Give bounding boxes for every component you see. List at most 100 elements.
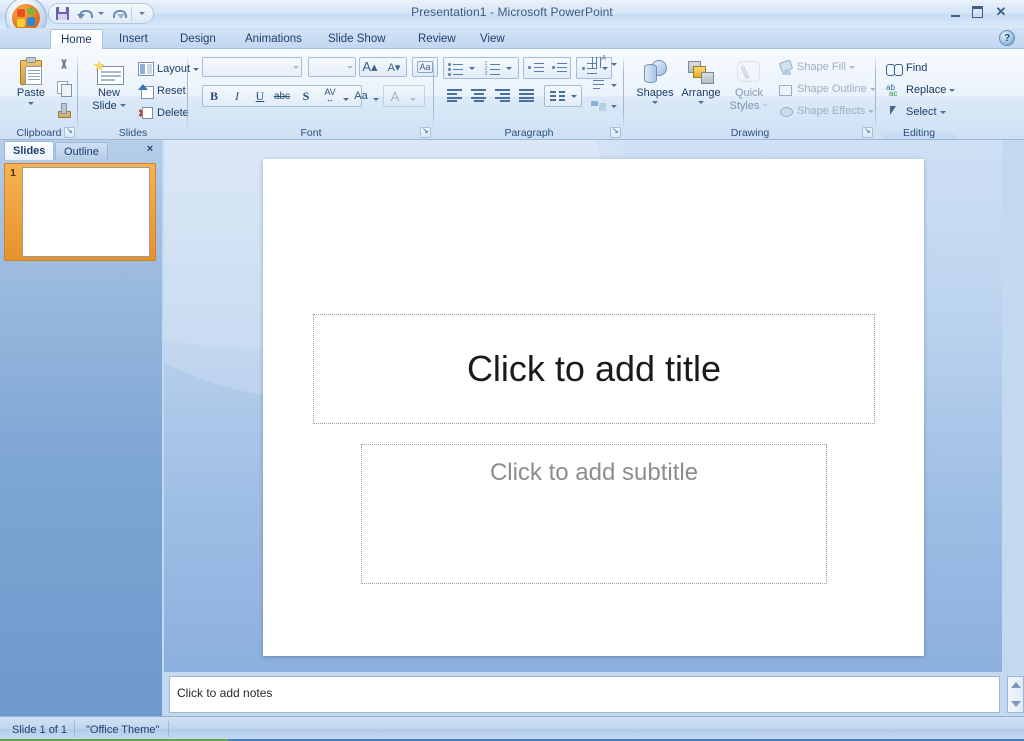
panel-tab-slides[interactable]: Slides <box>4 141 55 160</box>
format-painter-button[interactable] <box>54 100 74 119</box>
replace-button[interactable]: ab ac Replace <box>884 80 957 100</box>
select-label: Select <box>906 106 937 118</box>
columns-button[interactable] <box>546 86 568 106</box>
bold-button[interactable]: B <box>204 86 224 106</box>
tab-design[interactable]: Design <box>170 29 226 49</box>
ribbon-tab-strip: Home Insert Design Animations Slide Show… <box>0 28 1024 50</box>
slide-thumbnail-1[interactable]: 1 <box>4 163 156 261</box>
slide-canvas[interactable]: Click to add title Click to add subtitle <box>263 159 924 656</box>
title-placeholder-text: Click to add title <box>466 348 722 389</box>
bullets-dropdown[interactable] <box>467 61 477 75</box>
tab-view[interactable]: View <box>470 29 515 49</box>
close-button[interactable]: ✕ <box>990 4 1012 20</box>
cut-button[interactable] <box>54 56 74 75</box>
numbered-list-icon: 1 2 3 <box>485 61 502 76</box>
decrease-indent-button[interactable] <box>525 58 547 78</box>
paste-icon <box>18 57 44 86</box>
new-slide-icon <box>93 60 125 86</box>
notes-pane[interactable]: Click to add notes <box>169 676 1000 713</box>
character-spacing-dropdown[interactable] <box>342 89 350 109</box>
clipboard-dialog-launcher[interactable] <box>64 126 75 138</box>
notes-placeholder-text: Click to add notes <box>177 686 273 700</box>
tab-home[interactable]: Home <box>50 29 103 50</box>
ribbon-group-drawing: Shapes Arrange Quick Styles Shape Fill S… <box>624 49 876 140</box>
paste-button[interactable]: Paste <box>8 55 54 105</box>
convert-to-smartart-button[interactable] <box>589 97 609 115</box>
slide-thumbnail-preview <box>22 167 150 257</box>
grow-font-button[interactable]: A▴ <box>360 57 380 77</box>
ribbon-group-paragraph: 1 2 3 A Paragraph ↘ <box>434 49 624 140</box>
quick-styles-icon <box>735 60 763 86</box>
copy-button[interactable] <box>54 78 74 97</box>
shapes-label: Shapes <box>636 87 674 99</box>
scroll-down-icon[interactable] <box>1011 701 1021 707</box>
new-slide-button[interactable]: New Slide <box>86 57 132 112</box>
panel-tab-outline[interactable]: Outline <box>55 142 108 160</box>
select-button[interactable]: Select <box>884 102 948 122</box>
shape-outline-button[interactable]: Shape Outline <box>776 79 878 99</box>
shape-effects-button[interactable]: Shape Effects <box>776 101 876 121</box>
increase-indent-button[interactable] <box>548 58 570 78</box>
align-text-button[interactable] <box>589 76 609 94</box>
change-case-dropdown[interactable] <box>372 89 380 109</box>
tab-slide-show[interactable]: Slide Show <box>318 29 396 49</box>
ribbon: Paste Clipboard New Slide <box>0 49 1024 140</box>
tab-insert[interactable]: Insert <box>109 29 158 49</box>
find-button[interactable]: Find <box>884 58 929 78</box>
reset-button[interactable]: Reset <box>136 81 188 101</box>
help-icon[interactable]: ? <box>999 30 1015 46</box>
layout-label: Layout <box>157 63 191 75</box>
strikethrough-button[interactable]: abc <box>272 86 292 106</box>
font-color-dropdown[interactable] <box>408 89 418 109</box>
subtitle-placeholder-text: Click to add subtitle <box>489 459 699 486</box>
notes-scrollbar[interactable] <box>1007 676 1024 713</box>
align-center-button[interactable] <box>467 85 489 105</box>
quick-styles-button[interactable]: Quick Styles <box>726 57 772 112</box>
tab-animations[interactable]: Animations <box>235 29 312 49</box>
cursor-icon <box>886 105 903 120</box>
change-case-button[interactable]: Aa <box>350 86 372 106</box>
arrange-icon <box>686 60 716 86</box>
delete-slide-button[interactable]: ✖ Delete <box>136 103 191 123</box>
text-shadow-button[interactable]: S <box>296 86 316 106</box>
font-dialog-launcher[interactable] <box>420 126 431 138</box>
font-color-button[interactable]: A <box>385 86 405 106</box>
underline-button[interactable]: U <box>250 86 270 106</box>
italic-button[interactable]: I <box>227 86 247 106</box>
convert-to-smartart-dropdown[interactable] <box>609 100 618 112</box>
font-size-combo[interactable] <box>308 57 356 77</box>
text-direction-dropdown[interactable] <box>609 58 618 70</box>
shrink-font-button[interactable]: A▾ <box>384 57 404 77</box>
character-spacing-button[interactable]: AV ↔ <box>317 86 343 106</box>
paragraph-group-label: Paragraph <box>504 127 554 139</box>
columns-dropdown[interactable] <box>569 89 579 103</box>
chevron-down-icon <box>119 104 126 107</box>
slide-count-label: Slide 1 of 1 <box>12 723 68 736</box>
tab-review[interactable]: Review <box>408 29 466 49</box>
grow-font-icon: A▴ <box>362 59 378 74</box>
align-text-dropdown[interactable] <box>609 79 618 91</box>
maximize-button[interactable] <box>966 4 988 20</box>
drawing-dialog-launcher[interactable] <box>862 126 873 138</box>
text-direction-button[interactable]: A <box>589 55 609 73</box>
align-right-button[interactable] <box>491 85 513 105</box>
editing-group-label: Editing <box>882 127 956 139</box>
subtitle-placeholder[interactable]: Click to add subtitle <box>361 444 827 584</box>
chevron-down-icon <box>698 101 704 104</box>
shapes-button[interactable]: Shapes <box>634 55 676 104</box>
chevron-down-icon <box>868 109 875 113</box>
align-left-button[interactable] <box>443 85 465 105</box>
close-panel-button[interactable]: × <box>144 143 156 155</box>
arrange-button[interactable]: Arrange <box>678 57 724 104</box>
title-placeholder[interactable]: Click to add title <box>313 314 875 424</box>
bullets-button[interactable] <box>445 58 467 78</box>
justify-button[interactable] <box>515 85 537 105</box>
shape-fill-button[interactable]: Shape Fill <box>776 57 857 77</box>
numbering-dropdown[interactable] <box>504 61 514 75</box>
numbering-button[interactable]: 1 2 3 <box>482 58 504 78</box>
scroll-up-icon[interactable] <box>1011 682 1021 688</box>
paragraph-dialog-launcher[interactable] <box>610 126 621 138</box>
minimize-button[interactable] <box>944 4 966 20</box>
font-name-combo[interactable] <box>202 57 302 77</box>
